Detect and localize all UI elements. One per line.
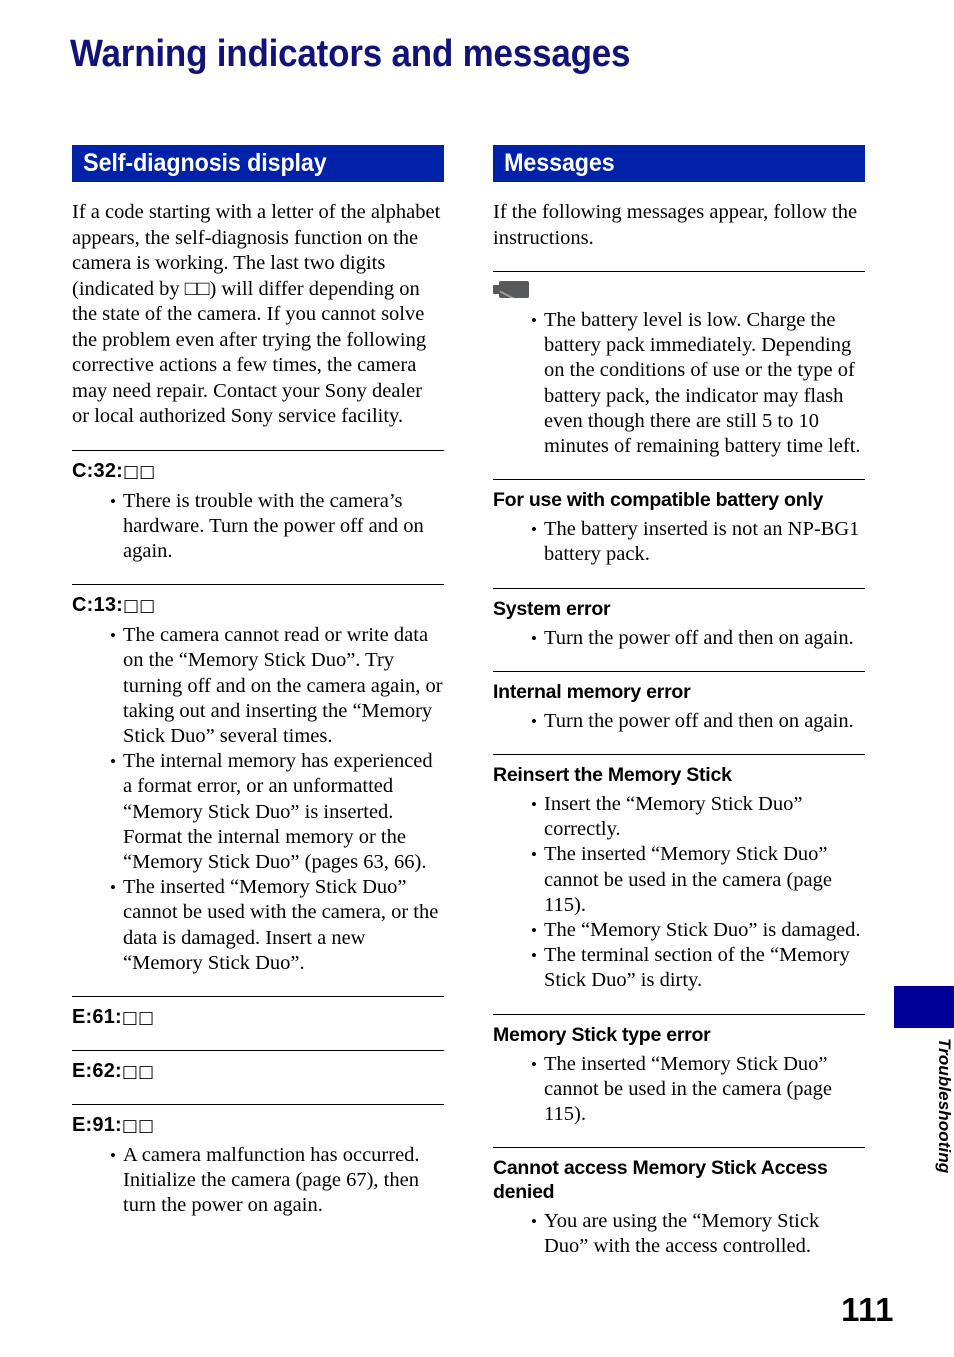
section-divider <box>72 1049 444 1051</box>
section-divider <box>493 670 865 672</box>
entry-title: System error <box>493 597 611 620</box>
entry-bullet-list: You are using the “Memory Stick Duo” wit… <box>493 1209 865 1259</box>
entry-bullet-list: A camera malfunction has occurred. Initi… <box>72 1143 444 1219</box>
section-divider <box>72 995 444 997</box>
section-header-messages: Messages <box>493 145 865 182</box>
entry-title: Memory Stick type error <box>493 1023 711 1046</box>
entry-bullet-list: The inserted “Memory Stick Duo” cannot b… <box>493 1052 865 1128</box>
bullet-item: Turn the power off and then on again. <box>531 626 865 651</box>
bullet-item: The battery level is low. Charge the bat… <box>531 308 865 459</box>
entry-title: Internal memory error <box>493 680 691 703</box>
bullet-item: The inserted “Memory Stick Duo” cannot b… <box>531 1052 865 1128</box>
icon-row <box>493 280 865 306</box>
right-column: Messages If the following messages appea… <box>493 145 865 1260</box>
entry-bullet-list: Turn the power off and then on again. <box>493 709 865 734</box>
bullet-item: There is trouble with the camera’s hardw… <box>110 489 444 565</box>
entry-title: C:32:□□ <box>72 459 156 482</box>
entry-bullet-list: Insert the “Memory Stick Duo” correctly.… <box>493 792 865 994</box>
section-header-label: Messages <box>493 145 865 182</box>
bullet-item: The “Memory Stick Duo” is damaged. <box>531 918 865 943</box>
entry-title: Reinsert the Memory Stick <box>493 764 732 787</box>
section-header-label: Self-diagnosis display <box>72 145 444 182</box>
section-divider <box>493 479 865 481</box>
bullet-item: The inserted “Memory Stick Duo” cannot b… <box>531 842 865 918</box>
section-divider <box>493 587 865 589</box>
bullet-item: Turn the power off and then on again. <box>531 709 865 734</box>
entry-bullet-list: The battery level is low. Charge the bat… <box>493 308 865 459</box>
left-column: Self-diagnosis display If a code startin… <box>72 145 444 1219</box>
bullet-item: The terminal section of the “Memory Stic… <box>531 943 865 993</box>
section-header-self-diagnosis: Self-diagnosis display <box>72 145 444 182</box>
section-divider <box>493 271 865 272</box>
entry-title: For use with compatible battery only <box>493 489 824 512</box>
entry-bullet-list: The battery inserted is not an NP-BG1 ba… <box>493 517 865 567</box>
entry-bullet-list: There is trouble with the camera’s hardw… <box>72 489 444 565</box>
side-tab-chapter-label: Troubleshooting <box>935 1038 954 1174</box>
entry-title: E:61:□□ <box>72 1005 155 1028</box>
entry-title: E:62:□□ <box>72 1059 155 1082</box>
bullet-item: The battery inserted is not an NP-BG1 ba… <box>531 517 865 567</box>
entry-bullet-list: Turn the power off and then on again. <box>493 626 865 651</box>
bullet-item: The camera cannot read or write data on … <box>110 623 444 749</box>
bullet-item: You are using the “Memory Stick Duo” wit… <box>531 1209 865 1259</box>
entry-bullet-list: The camera cannot read or write data on … <box>72 623 444 976</box>
left-intro-paragraph: If a code starting with a letter of the … <box>72 201 441 427</box>
section-divider <box>493 754 865 756</box>
page-title: Warning indicators and messages <box>70 33 631 75</box>
section-divider <box>493 1147 865 1149</box>
section-divider <box>72 449 444 451</box>
right-intro-paragraph: If the following messages appear, follow… <box>493 201 858 249</box>
entry-title: Cannot access Memory Stick Access denied <box>493 1157 828 1204</box>
entry-title: C:13:□□ <box>72 594 156 617</box>
section-divider <box>72 1103 444 1105</box>
side-tab-block <box>894 986 954 1028</box>
bullet-item: A camera malfunction has occurred. Initi… <box>110 1143 444 1219</box>
entry-title: E:91:□□ <box>72 1113 155 1136</box>
section-divider <box>72 584 444 586</box>
left-entry-list: C:32:□□ There is trouble with the camera’… <box>72 449 444 1219</box>
section-divider <box>493 1013 865 1015</box>
bullet-item: The internal memory has experienced a fo… <box>110 749 444 875</box>
page-number: 111 <box>841 1291 894 1328</box>
low-battery-icon <box>493 280 529 298</box>
bullet-item: Insert the “Memory Stick Duo” correctly. <box>531 792 865 842</box>
right-entry-list: The battery level is low. Charge the bat… <box>493 271 865 1260</box>
bullet-item: The inserted “Memory Stick Duo” cannot b… <box>110 875 444 976</box>
